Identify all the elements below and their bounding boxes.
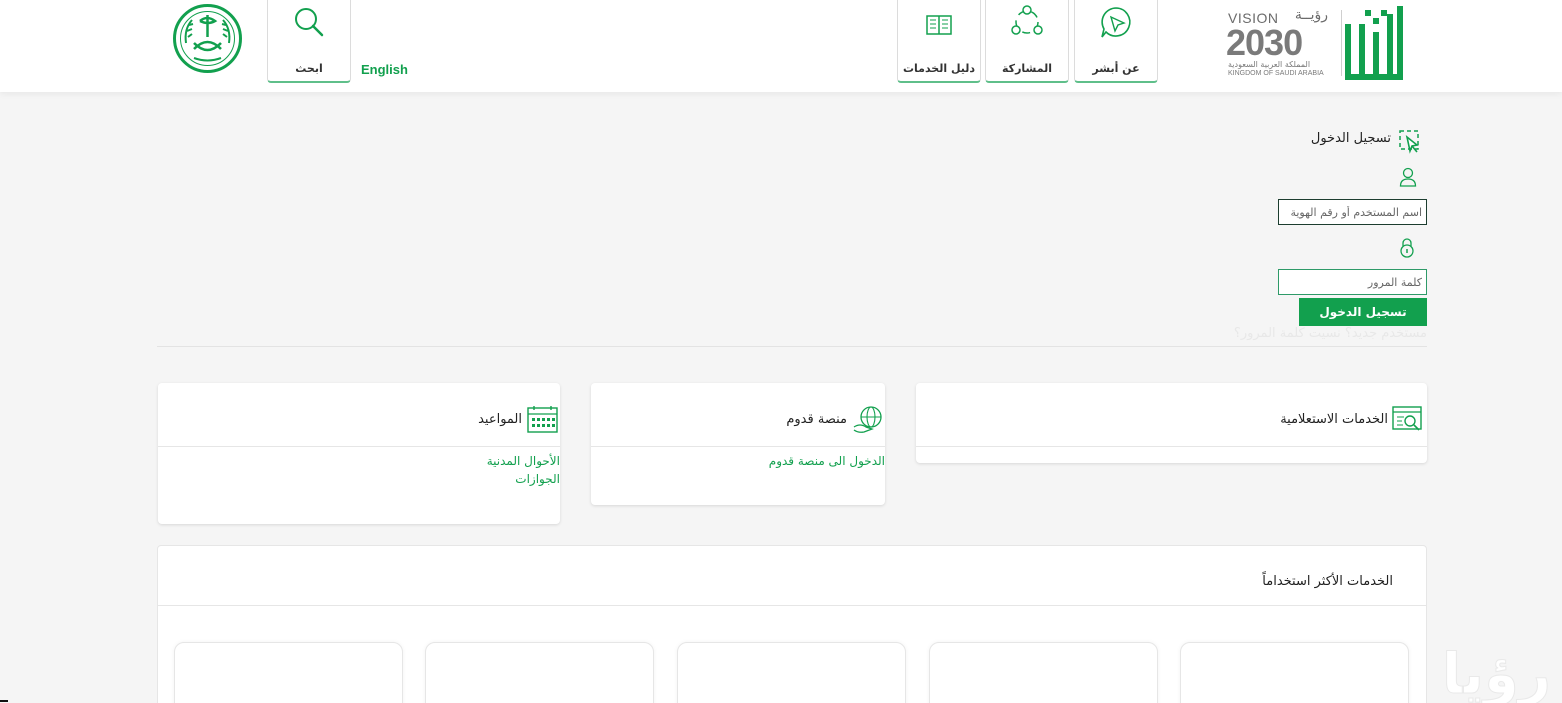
- search-label: ابحث: [295, 62, 323, 75]
- service-tile[interactable]: [425, 642, 654, 703]
- service-tile[interactable]: [174, 642, 403, 703]
- passports-link[interactable]: الجوازات: [515, 472, 560, 486]
- search-button[interactable]: ابحث: [267, 0, 351, 83]
- about-label: عن أبشر: [1092, 62, 1140, 75]
- password-input[interactable]: [1278, 269, 1427, 295]
- card-header: الخدمات الاستعلامية: [916, 383, 1427, 447]
- watermark-logo: رؤيا: [1441, 642, 1551, 703]
- appointments-title: المواعيد: [478, 412, 522, 427]
- civil-affairs-link[interactable]: الأحوال المدنية: [487, 454, 560, 468]
- lock-icon: [1400, 238, 1414, 258]
- inquiry-services-card[interactable]: الخدمات الاستعلامية: [916, 383, 1427, 463]
- vision-subtitle-ar: المملكة العربية السعودية: [1228, 60, 1311, 69]
- globe-hand-icon: [853, 406, 882, 433]
- vision-subtitle-en: KINGDOM OF SAUDI ARABIA: [1228, 70, 1324, 77]
- qudoom-link[interactable]: الدخول الى منصة قدوم: [769, 454, 885, 468]
- user-icon: [1399, 167, 1417, 187]
- watermark-text: رؤيا: [1442, 642, 1551, 703]
- share-icon: [1011, 5, 1043, 35]
- services-guide-button[interactable]: دليل الخدمات: [897, 0, 981, 83]
- most-used-title: الخدمات الأكثر استخداماً: [1262, 574, 1393, 589]
- login-button[interactable]: تسجيل الدخول: [1299, 298, 1427, 326]
- service-tile[interactable]: [677, 642, 906, 703]
- about-button[interactable]: عن أبشر: [1074, 0, 1158, 83]
- chat-bubble-icon: [1101, 7, 1131, 38]
- username-input[interactable]: [1278, 199, 1427, 225]
- saudi-emblem-icon: [173, 4, 242, 73]
- vision-title-ar: رؤيــة: [1294, 7, 1328, 23]
- cursor-select-icon: [1399, 130, 1419, 154]
- service-tile[interactable]: [929, 642, 1158, 703]
- participation-button[interactable]: المشاركة: [985, 0, 1069, 83]
- vision-number: 2030: [1226, 22, 1303, 63]
- vision-2030-logo: VISION رؤيــة 2030 المملكة العربية السعو…: [1226, 6, 1334, 82]
- card-header: المواعيد: [158, 383, 560, 447]
- absher-logo: [1345, 6, 1403, 80]
- qudoom-card: منصة قدوم الدخول الى منصة قدوم: [591, 383, 885, 505]
- appointments-card: المواعيد الأحوال المدنية الجوازات: [158, 383, 560, 524]
- forgot-password-link[interactable]: مستخدم جديد؟ نسيت كلمة المرور؟: [1234, 326, 1427, 341]
- participation-label: المشاركة: [1002, 62, 1052, 75]
- corner-mark: [0, 700, 8, 702]
- inquiry-services-title: الخدمات الاستعلامية: [1280, 412, 1388, 427]
- card-header: منصة قدوم: [591, 383, 885, 447]
- calendar-icon: [527, 406, 558, 433]
- most-used-services: الخدمات الأكثر استخداماً: [157, 545, 1427, 703]
- language-switch-link[interactable]: English: [361, 62, 408, 77]
- book-icon: [926, 15, 952, 35]
- qudoom-title: منصة قدوم: [786, 412, 847, 427]
- login-title: تسجيل الدخول: [1310, 131, 1391, 146]
- search-window-icon: [1392, 406, 1422, 431]
- login-panel: تسجيل الدخول تسجيل الدخول مستخدم جديد؟ ن…: [157, 100, 1427, 347]
- logo-divider: [1341, 10, 1342, 76]
- services-guide-label: دليل الخدمات: [902, 62, 976, 75]
- header: ابحث English دليل الخدمات المشاركة عن أب…: [0, 0, 1562, 92]
- search-icon: [295, 8, 324, 37]
- service-tile[interactable]: [1180, 642, 1409, 703]
- most-used-header: الخدمات الأكثر استخداماً: [158, 546, 1426, 606]
